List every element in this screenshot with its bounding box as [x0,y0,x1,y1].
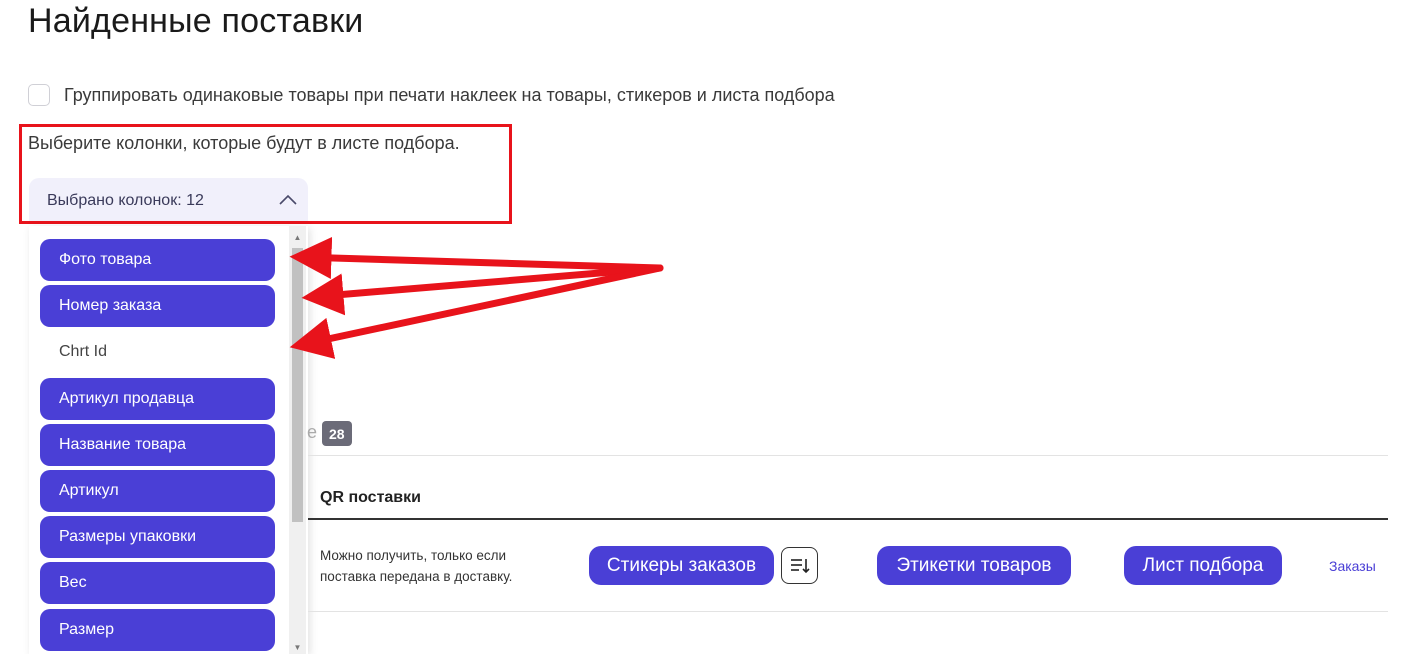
column-option-package-size[interactable]: Размеры упаковки [40,516,275,558]
scroll-up-arrow-icon[interactable]: ▲ [289,230,306,244]
columns-dropdown[interactable]: Фото товара Номер заказа Chrt Id Артикул… [29,226,308,654]
tab-count-badge: 28 [322,421,352,446]
page-title: Найденные поставки [28,2,364,40]
qr-availability-note: Можно получить, только если поставка пер… [320,548,513,584]
annotation-arrow [301,264,664,316]
column-option-order-number[interactable]: Номер заказа [40,285,275,327]
column-option-chrt-id[interactable]: Chrt Id [40,331,275,373]
annotation-arrow [289,236,664,279]
group-identical-option[interactable]: Группировать одинаковые товары при печат… [28,84,835,106]
order-stickers-button[interactable]: Стикеры заказов [589,546,774,585]
picklist-button[interactable]: Лист подбора [1124,546,1282,585]
divider [308,455,1388,456]
sort-icon [790,558,810,573]
tab-label-partial[interactable]: е [307,422,317,443]
orders-link[interactable]: Заказы [1329,558,1376,574]
row-divider [308,611,1388,612]
annotation-arrow [289,264,664,359]
column-option-photo[interactable]: Фото товара [40,239,275,281]
header-divider [308,518,1388,520]
column-option-size[interactable]: Размер [40,609,275,651]
column-option-article[interactable]: Артикул [40,470,275,512]
product-labels-button[interactable]: Этикетки товаров [877,546,1071,585]
column-option-weight[interactable]: Вес [40,562,275,604]
scroll-down-arrow-icon[interactable]: ▼ [289,640,306,654]
column-option-seller-article[interactable]: Артикул продавца [40,378,275,420]
column-header-qr: QR поставки [320,489,421,506]
sort-options-button[interactable] [781,547,818,584]
group-checkbox[interactable] [28,84,50,106]
scrollbar-thumb[interactable] [292,248,303,522]
column-option-product-name[interactable]: Название товара [40,424,275,466]
dropdown-scrollbar[interactable]: ▲ ▼ [289,226,306,654]
group-checkbox-label: Группировать одинаковые товары при печат… [64,84,835,105]
annotation-highlight-box [19,124,512,224]
